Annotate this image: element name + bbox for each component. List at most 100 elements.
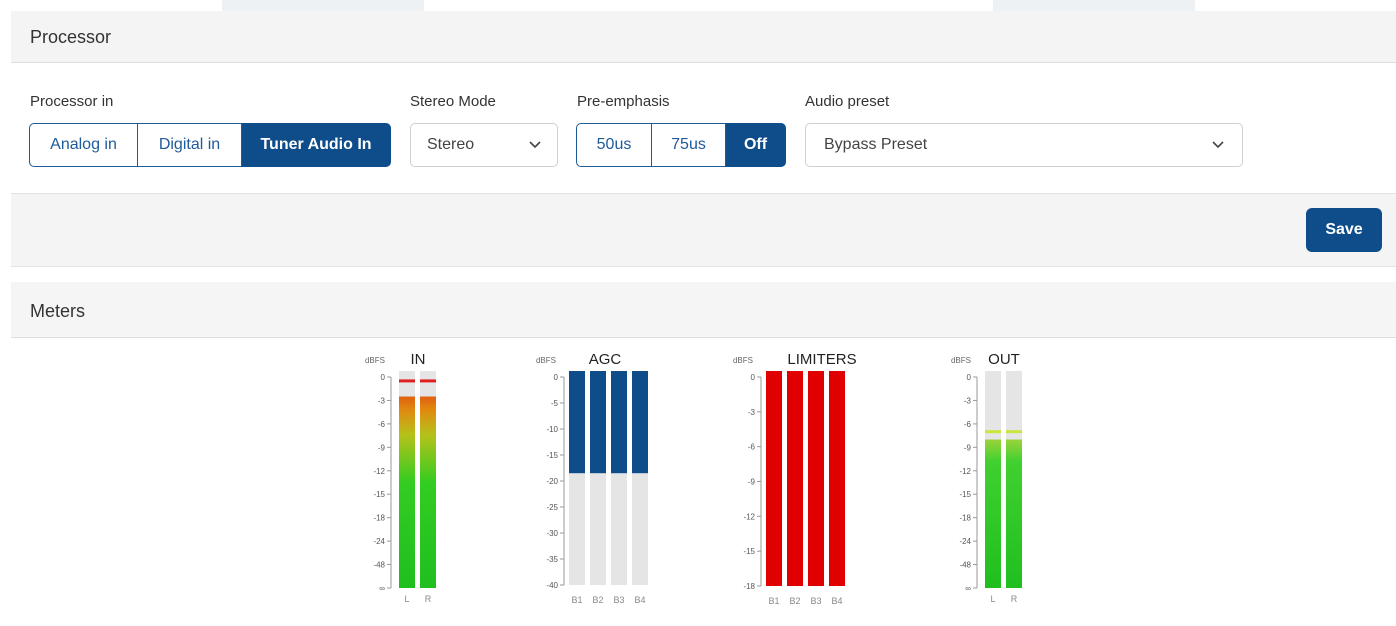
stereo-mode-select[interactable]: Stereo xyxy=(410,123,558,167)
meter-in-tick-label: -24 xyxy=(373,537,385,546)
chevron-down-icon xyxy=(529,141,541,149)
meters-title: Meters xyxy=(30,301,86,321)
meter-in-channel-peak xyxy=(399,379,415,383)
meter-limiters-band-fill xyxy=(829,371,845,586)
meter-agc-tick-label: -35 xyxy=(546,555,558,564)
meter-agc-tick-label: -15 xyxy=(546,451,558,460)
processor-header: Processor xyxy=(11,11,1396,63)
top-strip xyxy=(0,0,1396,11)
meter-out-tick-label: -24 xyxy=(959,537,971,546)
processor-in-label: Processor in xyxy=(30,93,114,110)
stereo-mode-label: Stereo Mode xyxy=(410,93,496,110)
meter-out-tick-label: -6 xyxy=(964,420,972,429)
meter-in-tick-label: 0 xyxy=(381,373,386,382)
meter-agc-tick-label: -20 xyxy=(546,477,558,486)
meter-limiters-band-label: B3 xyxy=(810,596,821,606)
chevron-down-icon xyxy=(1212,141,1224,149)
meter-out-tick-label: 0 xyxy=(967,373,972,382)
meter-in-tick-label: -6 xyxy=(378,420,386,429)
meter-in-tick-label: -48 xyxy=(373,561,385,570)
meter-out-tick-label: -12 xyxy=(959,467,971,476)
processor-title: Processor xyxy=(30,27,112,47)
analog-in-button[interactable]: Analog in xyxy=(29,123,138,167)
meter-in-channel-level xyxy=(399,396,415,588)
meter-out-channel-level xyxy=(985,439,1001,588)
meter-limiters-tick-label: -12 xyxy=(743,512,755,521)
meter-out-channel-label: R xyxy=(1011,594,1018,604)
meter-limiters-unit: dBFS xyxy=(733,356,753,365)
meter-agc-unit: dBFS xyxy=(536,356,556,365)
digital-in-button[interactable]: Digital in xyxy=(138,123,242,167)
pre-emphasis-label: Pre-emphasis xyxy=(577,93,670,110)
processor-in-group: Analog in Digital in Tuner Audio In xyxy=(29,123,391,167)
pre-emphasis-off-button[interactable]: Off xyxy=(726,123,786,167)
meter-in-tick-label: -9 xyxy=(378,443,386,452)
meter-agc-band-label: B3 xyxy=(613,595,624,605)
meter-limiters-band-fill xyxy=(808,371,824,586)
meter-agc-tick-label: -30 xyxy=(546,529,558,538)
meter-limiters-band-label: B4 xyxy=(831,596,842,606)
meter-agc-band-label: B4 xyxy=(634,595,645,605)
meter-limiters-tick-label: 0 xyxy=(751,373,756,382)
meter-limiters-band-fill xyxy=(787,371,803,586)
meter-agc-band-fill xyxy=(632,371,648,474)
meter-limiters-tick-label: -18 xyxy=(743,582,755,591)
meter-in-channel-peak xyxy=(420,379,436,383)
meter-in-tick-label: -3 xyxy=(378,396,386,405)
meter-limiters-title: LIMITERS xyxy=(787,351,856,368)
meter-out-tick-label: -18 xyxy=(959,514,971,523)
meter-agc-tick-label: -5 xyxy=(551,399,559,408)
meter-in-tick-label: ∞ xyxy=(379,584,385,593)
meter-out: dBFS OUT 0 -3 -6 -9 -12 -15 -18 -24 -48 ∞ L R xyxy=(951,351,1022,604)
pre-emphasis-75us-button[interactable]: 75us xyxy=(652,123,726,167)
meter-out-unit: dBFS xyxy=(951,356,971,365)
meter-agc-band-fill xyxy=(611,371,627,474)
pre-emphasis-group: 50us 75us Off xyxy=(576,123,786,167)
meter-agc-tick-label: -25 xyxy=(546,503,558,512)
top-tab[interactable] xyxy=(222,0,424,11)
meter-limiters-tick-label: -3 xyxy=(748,408,756,417)
audio-preset-label: Audio preset xyxy=(805,93,890,110)
meter-out-tick-label: -3 xyxy=(964,396,972,405)
meter-agc-band-label: B1 xyxy=(571,595,582,605)
meter-agc-band-fill xyxy=(569,371,585,474)
meter-in-channel-level xyxy=(420,396,436,588)
meter-limiters-tick-label: -15 xyxy=(743,547,755,556)
meter-in-unit: dBFS xyxy=(365,356,385,365)
meter-in-channel-label: L xyxy=(404,594,409,604)
meter-limiters-tick-label: -6 xyxy=(748,443,756,452)
meter-in-tick-label: -15 xyxy=(373,490,385,499)
meters-panel: dBFS IN 0 -3 -6 -9 -12 -15 -18 -24 -48 ∞ L R dBFS AGC 0… xyxy=(365,351,1022,606)
meter-in-channel-label: R xyxy=(425,594,432,604)
meter-out-title: OUT xyxy=(988,351,1020,368)
processor-toolbar: Save xyxy=(11,193,1396,267)
meter-agc: dBFS AGC 0 -5 -10 -15 -20 -25 -30 -35 -40 B1 B2 B3 B4 xyxy=(536,351,648,605)
meter-agc-band-label: B2 xyxy=(592,595,603,605)
meter-out-channel-label: L xyxy=(990,594,995,604)
meter-in-title: IN xyxy=(411,351,426,368)
pre-emphasis-50us-button[interactable]: 50us xyxy=(576,123,652,167)
stereo-mode-value: Stereo xyxy=(427,136,475,153)
meter-out-channel-level xyxy=(1006,439,1022,588)
audio-preset-value: Bypass Preset xyxy=(824,136,928,153)
meter-in-tick-label: -12 xyxy=(373,467,385,476)
meter-limiters-band-fill xyxy=(766,371,782,586)
tuner-audio-in-button[interactable]: Tuner Audio In xyxy=(242,123,391,167)
meter-agc-band-fill xyxy=(590,371,606,474)
save-button[interactable]: Save xyxy=(1306,208,1382,252)
meter-out-tick-label: -15 xyxy=(959,490,971,499)
meter-agc-tick-label: 0 xyxy=(554,373,559,382)
meter-in-tick-label: -18 xyxy=(373,514,385,523)
meters-header: Meters xyxy=(11,282,1396,338)
meter-agc-tick-label: -40 xyxy=(546,581,558,590)
meter-out-tick-label: ∞ xyxy=(965,584,971,593)
meter-limiters-tick-label: -9 xyxy=(748,478,756,487)
audio-preset-select[interactable]: Bypass Preset xyxy=(805,123,1243,167)
meter-limiters-band-label: B2 xyxy=(789,596,800,606)
meter-agc-tick-label: -10 xyxy=(546,425,558,434)
meter-out-channel-peak xyxy=(985,430,1001,434)
meter-limiters-band-label: B1 xyxy=(768,596,779,606)
top-tab[interactable] xyxy=(993,0,1195,11)
meter-agc-title: AGC xyxy=(589,351,622,368)
meter-in: dBFS IN 0 -3 -6 -9 -12 -15 -18 -24 -48 ∞ L R xyxy=(365,351,436,604)
